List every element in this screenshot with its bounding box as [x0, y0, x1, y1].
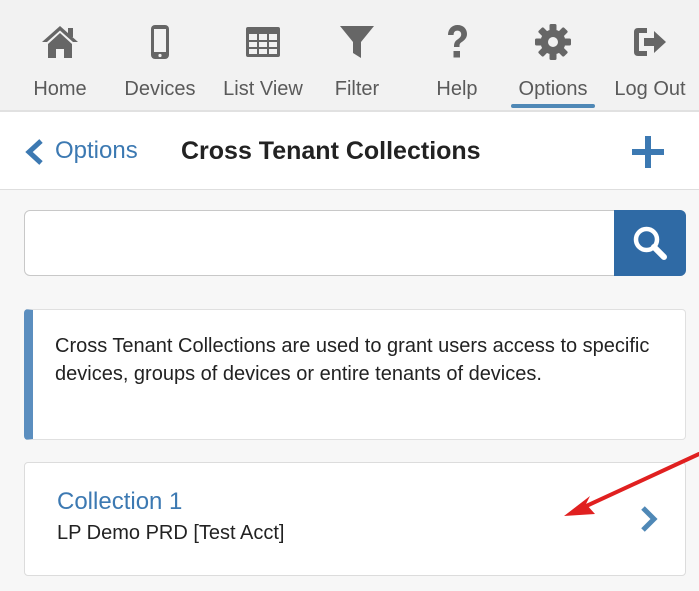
search-icon — [633, 226, 667, 260]
chevron-right-icon — [641, 506, 658, 532]
list-item[interactable]: Collection 1 LP Demo PRD [Test Acct] — [24, 462, 686, 576]
nav-options[interactable]: Options — [508, 0, 598, 112]
nav-home[interactable]: Home — [22, 0, 98, 112]
collection-tenant: LP Demo PRD [Test Acct] — [57, 522, 285, 544]
page-title: Cross Tenant Collections — [181, 137, 481, 165]
page-header: Options Cross Tenant Collections — [0, 112, 699, 190]
search-button[interactable] — [614, 210, 686, 276]
nav-filter-label: Filter — [334, 78, 380, 100]
nav-home-label: Home — [33, 78, 87, 100]
nav-log-out[interactable]: Log Out — [604, 0, 696, 112]
top-navigation: Home Devices List View Filter Help Optio… — [0, 0, 699, 112]
nav-help[interactable]: Help — [422, 0, 492, 112]
nav-filter[interactable]: Filter — [322, 0, 392, 112]
nav-list-view[interactable]: List View — [212, 0, 314, 112]
question-icon — [437, 22, 477, 62]
nav-help-label: Help — [436, 78, 478, 100]
nav-options-label: Options — [518, 78, 588, 100]
nav-devices[interactable]: Devices — [114, 0, 206, 112]
home-icon — [40, 22, 80, 62]
add-collection-button[interactable] — [628, 132, 668, 172]
nav-devices-label: Devices — [124, 78, 196, 100]
logout-icon — [630, 22, 670, 62]
grid-icon — [243, 22, 283, 62]
nav-log-out-label: Log Out — [614, 78, 686, 100]
active-tab-indicator — [511, 104, 595, 108]
plus-icon — [632, 136, 664, 168]
search-bar — [24, 210, 686, 276]
filter-icon — [337, 22, 377, 62]
chevron-left-icon — [25, 139, 43, 165]
collection-name: Collection 1 — [57, 488, 183, 515]
info-text: Cross Tenant Collections are used to gra… — [55, 335, 650, 385]
nav-list-view-label: List View — [223, 78, 303, 100]
search-input[interactable] — [25, 211, 615, 275]
back-button-label: Options — [55, 137, 138, 164]
gear-icon — [533, 22, 573, 62]
phone-icon — [140, 22, 180, 62]
info-callout: Cross Tenant Collections are used to gra… — [24, 309, 686, 440]
